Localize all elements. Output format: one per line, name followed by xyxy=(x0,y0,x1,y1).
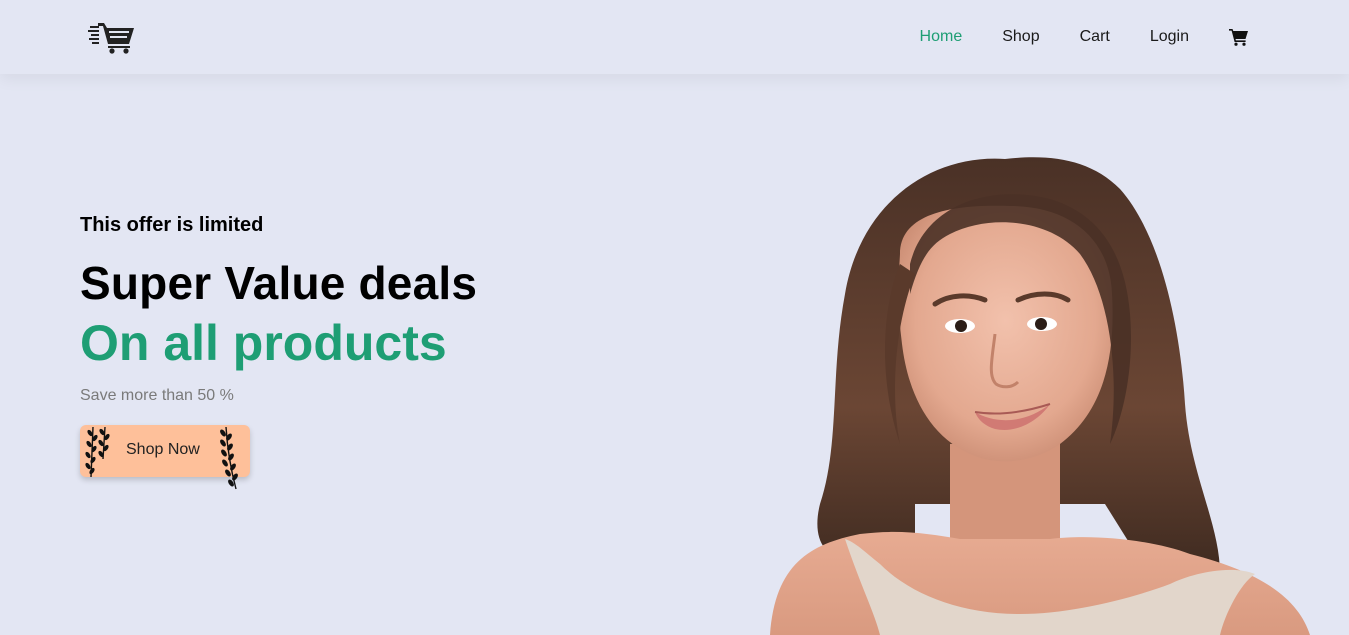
leaf-branch-icon xyxy=(220,426,238,490)
hero-subtext: Save more than 50 % xyxy=(80,387,234,404)
nav-home[interactable]: Home xyxy=(920,28,963,45)
nav-shop[interactable]: Shop xyxy=(1002,28,1039,45)
hero-headline-accent: On all products xyxy=(80,315,447,371)
logo-cart-icon[interactable] xyxy=(88,20,136,54)
main-nav: Home Shop Cart Login xyxy=(880,28,1249,46)
leaf-branch-icon xyxy=(85,426,110,478)
site-header: Home Shop Cart Login xyxy=(0,0,1349,74)
hero-headline: Super Value deals xyxy=(80,257,478,309)
nav-login[interactable]: Login xyxy=(1150,28,1189,45)
shop-now-label: Shop Now xyxy=(126,441,200,458)
hero-portrait-image xyxy=(770,157,1310,635)
offer-eyebrow: This offer is limited xyxy=(80,214,264,236)
nav-cart[interactable]: Cart xyxy=(1080,28,1110,45)
cart-icon[interactable] xyxy=(1229,28,1249,46)
hero-section: This offer is limited Super Value deals … xyxy=(0,74,1349,635)
shop-now-button[interactable]: Shop Now xyxy=(80,425,250,490)
